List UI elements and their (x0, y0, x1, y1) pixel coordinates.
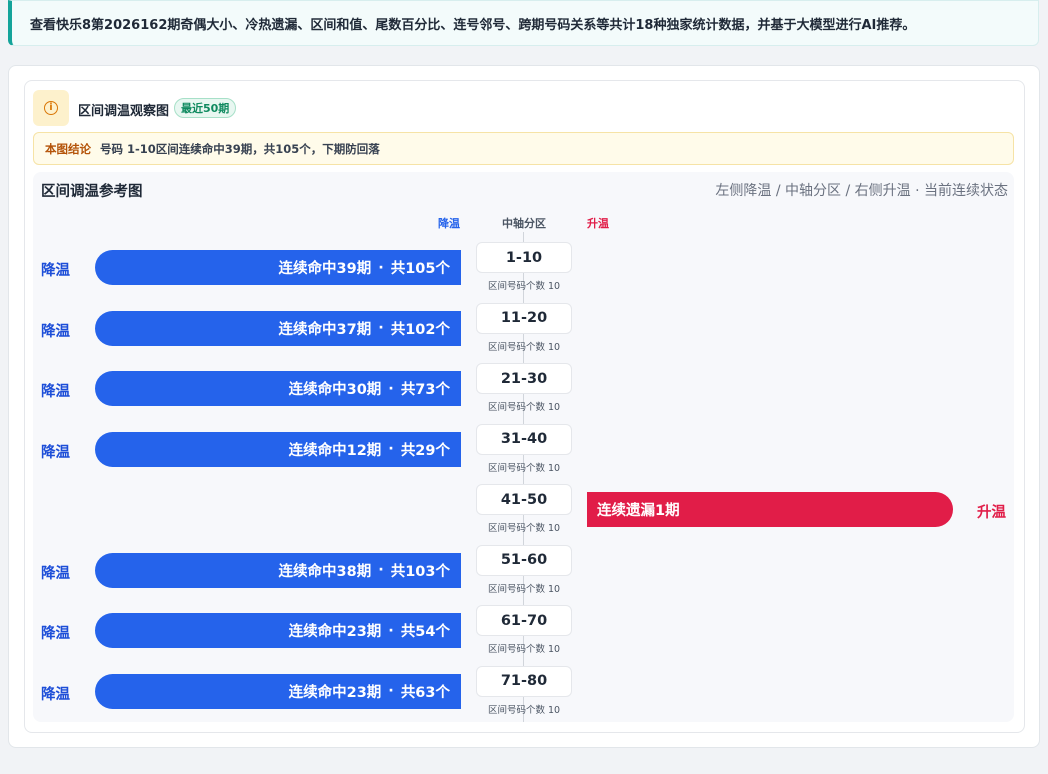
direction-label: 降温 (41, 384, 70, 400)
separator-dot: · (378, 320, 384, 336)
streak-text: 连续命中38期 (278, 563, 372, 580)
zone-count-label: 区间号码个数 10 (487, 402, 561, 413)
conclusion-bar: 本图结论 号码 1-10区间连续命中39期，共105个，下期防回落 (33, 132, 1014, 165)
streak-text: 连续命中37期 (278, 321, 372, 338)
direction-label: 降温 (41, 263, 70, 279)
conclusion-label: 本图结论 (45, 141, 91, 156)
cool-bar: 连续命中38期 · 共103个 (95, 552, 461, 588)
separator-dot: · (388, 441, 394, 457)
zone-row: 降温 连续命中39期 · 共105个 1-10 区间号码个数 10 (0, 242, 1048, 304)
direction-label: 降温 (41, 444, 70, 461)
zone-count-label: 区间号码个数 10 (487, 523, 561, 534)
notice-text: 查看快乐8第2026162期奇偶大小、冷热遗漏、区间和值、尾数百分比、连号邻号、… (30, 17, 916, 33)
zone-box: 31-40 (476, 423, 572, 455)
direction-label: 降温 (41, 323, 70, 340)
direction-label: 降温 (41, 626, 70, 642)
streak-text: 连续命中12期 (288, 442, 382, 459)
separator-dot: · (388, 683, 394, 699)
zone-count-label: 区间号码个数 10 (487, 704, 561, 716)
separator-dot: · (378, 259, 384, 276)
direction-label: 升温 (977, 505, 1006, 521)
cool-bar: 连续命中37期 · 共102个 (95, 310, 461, 346)
zone-box: 61-70 (476, 605, 572, 636)
zone-box: 11-20 (476, 302, 572, 334)
zone-count-label: 区间号码个数 10 (487, 462, 561, 474)
chart-subtitle: 左侧降温 / 中轴分区 / 右侧升温 · 当前连续状态 (715, 183, 1008, 199)
zone-row: 降温 连续命中23期 · 共63个 71-80 区间号码个数 10 (0, 665, 1048, 728)
streak-text: 连续遗漏1期 (597, 503, 680, 519)
zone-box: 41-50 (476, 484, 572, 515)
cool-bar: 连续命中23期 · 共63个 (95, 673, 461, 709)
info-icon: i (44, 101, 58, 115)
direction-label: 降温 (41, 565, 70, 582)
total-text: 共102个 (390, 321, 450, 338)
total-text: 共103个 (390, 563, 450, 580)
zone-row: 降温 连续命中37期 · 共102个 11-20 区间号码个数 10 (0, 302, 1048, 365)
chart-title: 区间调温参考图 (41, 184, 143, 200)
total-text: 共73个 (400, 382, 450, 398)
conclusion-text: 号码 1-10区间连续命中39期，共105个，下期防回落 (100, 141, 380, 156)
zone-row: 升温 连续遗漏1期 41-50 区间号码个数 10 (0, 484, 1048, 546)
zone-box: 21-30 (476, 363, 572, 394)
warm-bar: 连续遗漏1期 (587, 492, 953, 527)
cool-bar: 连续命中12期 · 共29个 (95, 431, 461, 467)
zone-count-label: 区间号码个数 10 (487, 583, 561, 595)
streak-text: 连续命中39期 (278, 261, 372, 277)
zone-row: 降温 连续命中23期 · 共54个 61-70 区间号码个数 10 (0, 605, 1048, 667)
zone-row: 降温 连续命中38期 · 共103个 51-60 区间号码个数 10 (0, 544, 1048, 607)
header-axis: 中轴分区 (502, 217, 546, 230)
total-text: 共63个 (400, 684, 450, 701)
zone-row: 降温 连续命中30期 · 共73个 21-30 区间号码个数 10 (0, 363, 1048, 425)
zone-box: 51-60 (476, 544, 572, 576)
header-cool: 降温 (438, 217, 460, 230)
separator-dot: · (388, 380, 394, 397)
cool-bar: 连续命中39期 · 共105个 (95, 250, 461, 285)
zone-box: 1-10 (476, 242, 572, 273)
zone-count-label: 区间号码个数 10 (487, 281, 561, 292)
streak-text: 连续命中23期 (288, 624, 382, 640)
total-text: 共29个 (400, 442, 450, 459)
zone-count-label: 区间号码个数 10 (487, 644, 561, 655)
streak-text: 连续命中23期 (288, 684, 382, 701)
info-icon-box: i (33, 90, 69, 126)
direction-label: 降温 (41, 686, 70, 703)
separator-dot: · (378, 562, 384, 578)
notice-banner: 查看快乐8第2026162期奇偶大小、冷热遗漏、区间和值、尾数百分比、连号邻号、… (8, 0, 1039, 46)
zone-box: 71-80 (476, 665, 572, 697)
separator-dot: · (388, 622, 394, 639)
header-warm: 升温 (587, 217, 609, 230)
zone-count-label: 区间号码个数 10 (487, 341, 561, 353)
cool-bar: 连续命中30期 · 共73个 (95, 371, 461, 406)
card-title: 区间调温观察图 (78, 104, 170, 119)
streak-text: 连续命中30期 (288, 382, 382, 398)
cool-bar: 连续命中23期 · 共54个 (95, 613, 461, 648)
period-badge: 最近50期 (174, 98, 237, 118)
total-text: 共54个 (400, 624, 450, 640)
total-text: 共105个 (390, 261, 450, 277)
zone-row: 降温 连续命中12期 · 共29个 31-40 区间号码个数 10 (0, 423, 1048, 486)
